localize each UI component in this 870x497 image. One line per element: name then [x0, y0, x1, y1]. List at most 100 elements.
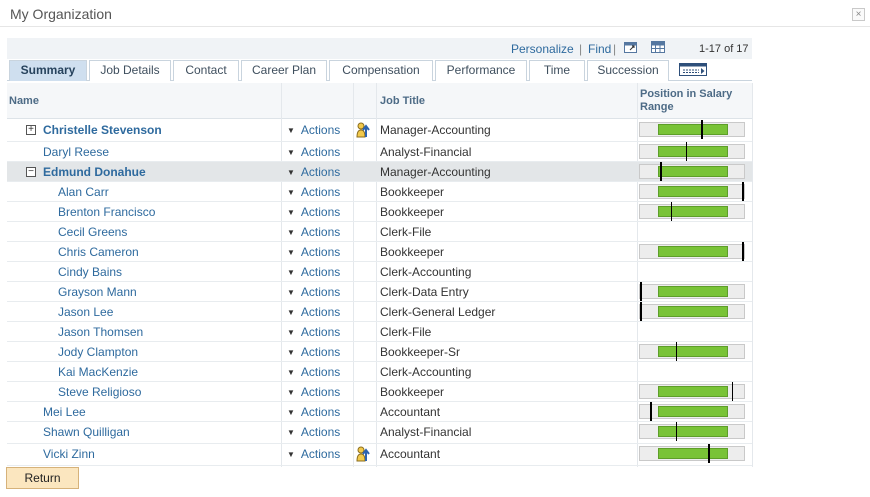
actions-menu[interactable]: ▼ Actions — [287, 165, 340, 179]
employee-name-link[interactable]: Jody Clampton — [58, 345, 138, 359]
personalize-link[interactable]: Personalize — [511, 42, 574, 56]
download-grid-icon[interactable] — [650, 40, 666, 54]
table-row[interactable]: Chris Cameron ▼ Actions Bookkeeper — [7, 242, 752, 262]
delegation-icon[interactable] — [355, 121, 373, 138]
actions-menu[interactable]: ▼ Actions — [287, 185, 340, 199]
table-row[interactable]: + Christelle Stevenson ▼ Actions Manager-Acc… — [7, 120, 752, 142]
actions-menu[interactable]: ▼ Actions — [287, 365, 340, 379]
actions-label: Actions — [300, 385, 341, 399]
dropdown-arrow-icon: ▼ — [287, 388, 295, 397]
table-row[interactable]: Daryl Reese ▼ Actions Analyst-Financial — [7, 142, 752, 162]
job-title: Analyst-Financial — [380, 145, 472, 159]
employee-name-link[interactable]: Grayson Mann — [58, 285, 137, 299]
actions-menu[interactable]: ▼ Actions — [287, 205, 340, 219]
salary-range-fill — [658, 426, 728, 437]
salary-range-bar — [639, 120, 745, 139]
actions-menu[interactable]: ▼ Actions — [287, 305, 340, 319]
table-row[interactable]: Jody Clampton ▼ Actions Bookkeeper-Sr — [7, 342, 752, 362]
table-row[interactable]: Alan Carr ▼ Actions Bookkeeper — [7, 182, 752, 202]
window-title-bar: My Organization × — [0, 0, 870, 27]
table-row[interactable]: Mei Lee ▼ Actions Accountant — [7, 402, 752, 422]
delegation-icon[interactable] — [355, 445, 373, 462]
salary-range-fill — [658, 448, 728, 459]
column-header-salary-line2: Range — [640, 101, 674, 113]
actions-menu[interactable]: ▼ Actions — [287, 265, 340, 279]
actions-menu[interactable]: ▼ Actions — [287, 405, 340, 419]
salary-range-bar — [639, 242, 745, 261]
close-button[interactable]: × — [852, 8, 865, 21]
dropdown-arrow-icon: ▼ — [287, 368, 295, 377]
employee-name-link[interactable]: Jason Lee — [58, 305, 113, 319]
actions-label: Actions — [300, 325, 341, 339]
employee-name-link[interactable]: Daryl Reese — [43, 145, 109, 159]
job-title: Manager-Accounting — [380, 165, 491, 179]
show-all-columns-icon[interactable] — [679, 63, 707, 76]
actions-menu[interactable]: ▼ Actions — [287, 245, 340, 259]
table-row[interactable]: Shawn Quilligan ▼ Actions Analyst-Financial — [7, 422, 752, 444]
salary-range-bar — [639, 142, 745, 161]
find-link[interactable]: Find — [588, 42, 611, 56]
employee-name-link[interactable]: Alan Carr — [58, 185, 109, 199]
actions-menu[interactable]: ▼ Actions — [287, 285, 340, 299]
employee-name-link[interactable]: Edmund Donahue — [43, 165, 146, 179]
tab-time[interactable]: Time — [529, 60, 585, 81]
actions-menu[interactable]: ▼ Actions — [287, 123, 340, 137]
table-row[interactable]: Kai MacKenzie ▼ Actions Clerk-Accounting — [7, 362, 752, 382]
tab-performance[interactable]: Performance — [435, 60, 527, 81]
employee-name-link[interactable]: Chris Cameron — [58, 245, 139, 259]
actions-menu[interactable]: ▼ Actions — [287, 325, 340, 339]
tab-career-plan[interactable]: Career Plan — [241, 60, 327, 81]
collapse-icon[interactable]: − — [26, 167, 36, 177]
employee-name-link[interactable]: Jason Thomsen — [58, 325, 143, 339]
employee-name-link[interactable]: Steve Religioso — [58, 385, 141, 399]
employee-name-link[interactable]: Brenton Francisco — [58, 205, 155, 219]
actions-label: Actions — [300, 305, 341, 319]
expand-icon[interactable]: + — [26, 125, 36, 135]
table-row[interactable]: Steve Religioso ▼ Actions Bookkeeper — [7, 382, 752, 402]
salary-range-fill — [658, 124, 728, 135]
employee-name-link[interactable]: Kai MacKenzie — [58, 365, 138, 379]
actions-menu[interactable]: ▼ Actions — [287, 447, 340, 461]
salary-range-fill — [658, 306, 728, 317]
actions-menu[interactable]: ▼ Actions — [287, 345, 340, 359]
actions-label: Actions — [300, 405, 341, 419]
table-row[interactable]: Vicki Zinn ▼ Actions Accountant — [7, 444, 752, 466]
employee-name-link[interactable]: Cindy Bains — [58, 265, 122, 279]
employee-name-link[interactable]: Vicki Zinn — [43, 447, 95, 461]
job-title: Bookkeeper — [380, 385, 445, 399]
table-row[interactable]: Grayson Mann ▼ Actions Clerk-Data Entry — [7, 282, 752, 302]
column-header-job-title[interactable]: Job Title — [380, 95, 425, 107]
tab-contact[interactable]: Contact — [173, 60, 239, 81]
tab-job-details[interactable]: Job Details — [89, 60, 171, 81]
employee-name-link[interactable]: Christelle Stevenson — [43, 123, 162, 137]
employee-name-link[interactable]: Shawn Quilligan — [43, 425, 130, 439]
actions-label: Actions — [300, 245, 341, 259]
return-button[interactable]: Return — [6, 467, 79, 489]
actions-menu[interactable]: ▼ Actions — [287, 225, 340, 239]
table-row[interactable]: Jason Thomsen ▼ Actions Clerk-File — [7, 322, 752, 342]
dropdown-arrow-icon: ▼ — [287, 428, 295, 437]
employee-name-link[interactable]: Mei Lee — [43, 405, 86, 419]
employee-name-link[interactable]: Cecil Greens — [58, 225, 127, 239]
table-row[interactable]: − Edmund Donahue ▼ Actions Manager-Accountin… — [7, 162, 752, 182]
actions-menu[interactable]: ▼ Actions — [287, 425, 340, 439]
table-row[interactable]: Cecil Greens ▼ Actions Clerk-File — [7, 222, 752, 242]
tab-summary[interactable]: Summary — [9, 60, 87, 81]
actions-menu[interactable]: ▼ Actions — [287, 385, 340, 399]
salary-position-marker — [742, 242, 744, 261]
dropdown-arrow-icon: ▼ — [287, 248, 295, 257]
actions-label: Actions — [300, 185, 341, 199]
job-title: Analyst-Financial — [380, 425, 472, 439]
actions-menu[interactable]: ▼ Actions — [287, 145, 340, 159]
column-header-name[interactable]: Name — [9, 95, 39, 107]
tab-compensation[interactable]: Compensation — [329, 60, 433, 81]
table-row[interactable]: Brenton Francisco ▼ Actions Bookkeeper — [7, 202, 752, 222]
tab-succession[interactable]: Succession — [587, 60, 669, 81]
table-row[interactable]: Jason Lee ▼ Actions Clerk-General Ledger — [7, 302, 752, 322]
table-row[interactable]: Cindy Bains ▼ Actions Clerk-Accounting — [7, 262, 752, 282]
dropdown-arrow-icon: ▼ — [287, 208, 295, 217]
actions-label: Actions — [300, 425, 341, 439]
salary-position-marker — [701, 120, 703, 139]
dropdown-arrow-icon: ▼ — [287, 126, 295, 135]
new-window-icon[interactable] — [623, 40, 639, 54]
